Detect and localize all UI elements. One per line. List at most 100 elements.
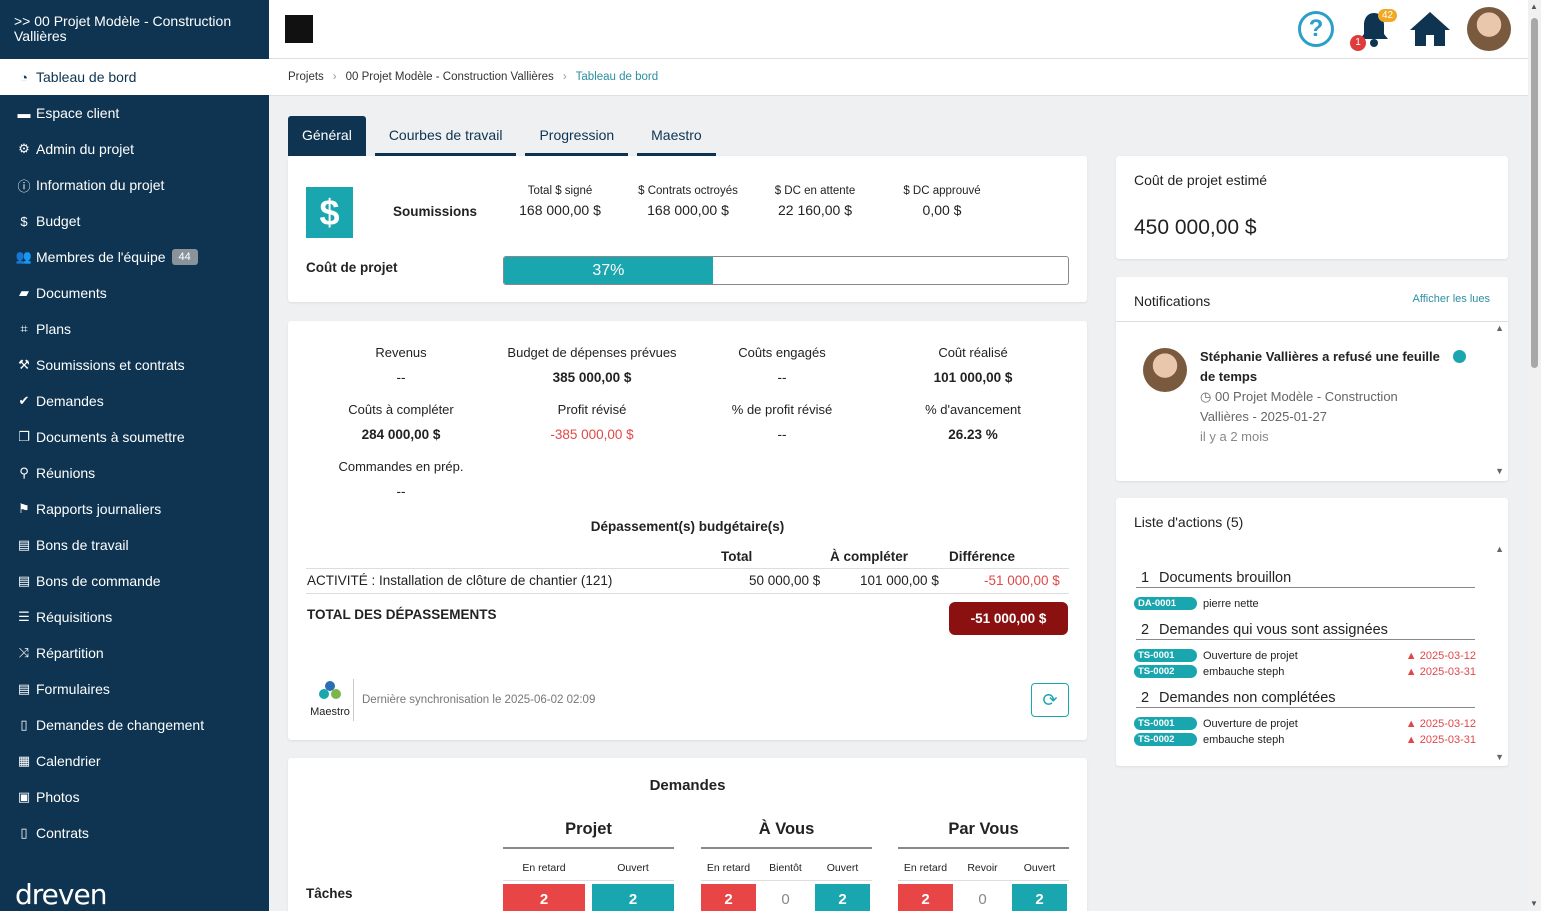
- demandes-count-cell[interactable]: 2: [1012, 884, 1067, 911]
- demandes-group-header: Par Vous: [898, 820, 1069, 849]
- action-code-badge: DA-0001: [1134, 597, 1197, 610]
- action-row[interactable]: TS-0002 embauche steph ▲ 2025-03-31: [1134, 732, 1476, 747]
- scroll-down-icon[interactable]: ▼: [1495, 752, 1504, 762]
- sidebar-item[interactable]: ▤ Bons de travail: [0, 527, 269, 563]
- scroll-up-icon[interactable]: ▲: [1530, 2, 1538, 11]
- sidebar-item-label: Demandes de changement: [36, 717, 205, 733]
- sidebar-item-label: Information du projet: [36, 177, 165, 193]
- breadcrumb-project[interactable]: 00 Projet Modèle - Construction Vallière…: [346, 71, 554, 83]
- action-row[interactable]: TS-0001 Ouverture de projet ▲ 2025-03-12: [1134, 648, 1476, 663]
- shuffle-icon: ⤨: [18, 645, 30, 660]
- sidebar-item[interactable]: ☰ Réquisitions: [0, 599, 269, 635]
- demandes-count-cell[interactable]: 2: [815, 884, 870, 911]
- sidebar-item[interactable]: ▤ Bons de commande: [0, 563, 269, 599]
- project-title[interactable]: >> 00 Projet Modèle - Construction Valli…: [0, 0, 269, 59]
- sidebar-item[interactable]: $ Budget: [0, 203, 269, 239]
- page-scrollbar[interactable]: ▲ ▼: [1528, 0, 1541, 911]
- sidebar-item[interactable]: ⓘ Information du projet: [0, 167, 269, 203]
- dep-header-total: Total: [721, 549, 753, 564]
- notification-avatar: [1143, 348, 1187, 392]
- demandes-count-cell[interactable]: 2: [898, 884, 953, 911]
- crop-icon: ⌗: [20, 321, 28, 336]
- sidebar-item[interactable]: ▯ Contrats: [0, 815, 269, 851]
- show-read-link[interactable]: Afficher les lues: [1413, 293, 1490, 305]
- sidebar-item[interactable]: ⚒ Soumissions et contrats: [0, 347, 269, 383]
- finance-stat-value: 101 000,00 $: [933, 370, 1013, 385]
- sidebar-item[interactable]: 👥 Membres de l'équipe 44: [0, 239, 269, 275]
- dashboard-icon: ◔: [20, 69, 28, 85]
- sidebar-item[interactable]: ✔ Demandes: [0, 383, 269, 419]
- sidebar-item-label: Plans: [36, 321, 72, 337]
- action-due-date: 2025-03-31: [1419, 665, 1476, 678]
- action-label: pierre nette: [1203, 597, 1259, 610]
- sidebar-item-label: Formulaires: [36, 681, 110, 697]
- demandes-count-cell[interactable]: 2: [592, 884, 674, 911]
- scrollbar-thumb[interactable]: [1531, 18, 1538, 368]
- scroll-up-icon[interactable]: ▲: [1495, 544, 1504, 554]
- finance-stat-label: Coûts à compléter: [348, 402, 454, 417]
- company-logo[interactable]: [285, 15, 313, 43]
- sidebar-item[interactable]: ⚙ Admin du projet: [0, 131, 269, 167]
- scroll-down-icon[interactable]: ▼: [1495, 466, 1504, 476]
- action-code-badge: TS-0002: [1134, 733, 1197, 746]
- scroll-up-icon[interactable]: ▲: [1495, 323, 1504, 333]
- file-lines-icon: ▤: [17, 681, 31, 696]
- sidebar-item[interactable]: ▬ Espace client: [0, 95, 269, 131]
- dep-total-label: TOTAL DES DÉPASSEMENTS: [307, 607, 497, 622]
- warning-icon: ▲: [1405, 733, 1420, 746]
- help-icon[interactable]: ?: [1298, 11, 1334, 47]
- tab-maestro[interactable]: Maestro: [637, 116, 716, 156]
- action-label: Ouverture de projet: [1203, 649, 1298, 662]
- sidebar-item[interactable]: ◔ Tableau de bord: [0, 59, 269, 95]
- scroll-down-icon[interactable]: ▼: [1530, 899, 1538, 908]
- notification-item[interactable]: Stéphanie Vallières a refusé une feuille…: [1200, 347, 1440, 447]
- breadcrumb-projets[interactable]: Projets: [288, 71, 324, 83]
- tab-general[interactable]: Général: [288, 116, 366, 156]
- sidebar-item[interactable]: ▰ Documents: [0, 275, 269, 311]
- tab-courbes[interactable]: Courbes de travail: [374, 116, 517, 156]
- sidebar-item[interactable]: ⤨ Répartition: [0, 635, 269, 671]
- sidebar-item[interactable]: ▯ Demandes de changement: [0, 707, 269, 743]
- demandes-count-cell[interactable]: 2: [503, 884, 585, 911]
- user-avatar[interactable]: [1467, 7, 1511, 51]
- sidebar-item[interactable]: ▦ Calendrier: [0, 743, 269, 779]
- file-icon: ▤: [17, 537, 31, 552]
- demandes-title: Demandes: [649, 777, 726, 794]
- sidebar-item[interactable]: ⚑ Rapports journaliers: [0, 491, 269, 527]
- finance-stat-value: --: [777, 427, 787, 442]
- clock-icon: ◷: [1200, 389, 1212, 404]
- demandes-count-cell[interactable]: 0: [955, 884, 1010, 911]
- demandes-count-cell[interactable]: 2: [701, 884, 756, 911]
- list-icon: ☰: [18, 609, 30, 624]
- sidebar-item[interactable]: ⌗ Plans: [0, 311, 269, 347]
- home-icon[interactable]: [1409, 10, 1451, 48]
- finance-stat-value: --: [777, 370, 787, 385]
- sidebar-item[interactable]: ▤ Formulaires: [0, 671, 269, 707]
- sidebar-item-label: Bons de commande: [36, 573, 161, 589]
- alert-count-badge: 1: [1350, 35, 1366, 51]
- brand-logo: dreven: [15, 878, 107, 911]
- breadcrumb-current: Tableau de bord: [575, 71, 659, 83]
- sidebar-item[interactable]: ❐ Documents à soumettre: [0, 419, 269, 455]
- finance-stat-label: Budget de dépenses prévues: [507, 345, 677, 360]
- demandes-count-cell[interactable]: 0: [758, 884, 813, 911]
- sidebar-item-label: Photos: [36, 789, 80, 805]
- action-row[interactable]: TS-0002 embauche steph ▲ 2025-03-31: [1134, 664, 1476, 679]
- action-row[interactable]: DA-0001 pierre nette: [1134, 596, 1476, 611]
- sidebar-item[interactable]: ⚲ Réunions: [0, 455, 269, 491]
- warning-icon: ▲: [1405, 665, 1420, 678]
- sidebar-item[interactable]: ▣ Photos: [0, 779, 269, 815]
- cout-projet-label: Coût de projet: [306, 260, 398, 275]
- stat-dc-approuve: $ DC approuvé 0,00 $: [903, 185, 981, 218]
- file-icon: ▤: [17, 573, 31, 588]
- finance-stat-label: Coût réalisé: [938, 345, 1008, 360]
- sidebar-item-label: Soumissions et contrats: [36, 357, 185, 373]
- tab-progression[interactable]: Progression: [525, 116, 629, 156]
- info-icon: ⓘ: [17, 178, 31, 194]
- finance-stat-label: Revenus: [375, 345, 427, 360]
- action-row[interactable]: TS-0001 Ouverture de projet ▲ 2025-03-12: [1134, 716, 1476, 731]
- finance-stat-value: --: [396, 484, 406, 499]
- finance-stat-label: % de profit révisé: [731, 402, 833, 417]
- notification-ago: il y a 2 mois: [1200, 429, 1269, 444]
- sync-button[interactable]: ⟳: [1031, 683, 1069, 717]
